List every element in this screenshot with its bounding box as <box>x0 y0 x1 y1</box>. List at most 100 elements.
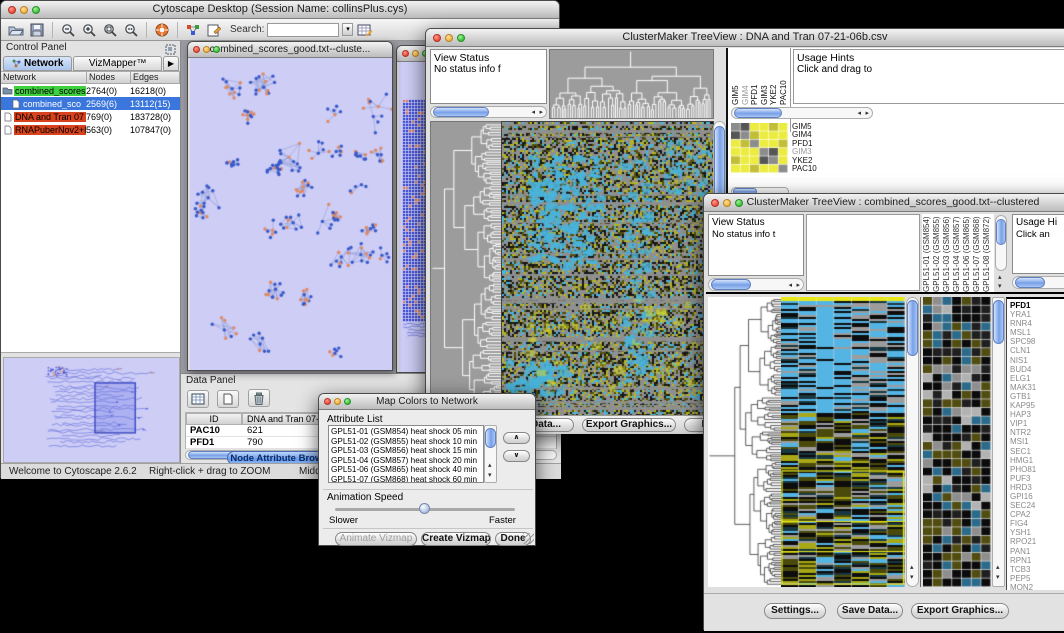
global-heatmap-canvas[interactable] <box>781 297 905 587</box>
scroll-left-arrow[interactable]: ◂ <box>857 110 861 117</box>
gene-label[interactable]: RPN1 <box>1010 556 1064 565</box>
delete-attribute-button[interactable] <box>248 389 270 407</box>
matrix-column-label[interactable]: YKE2 <box>769 49 779 105</box>
select-attributes-button[interactable] <box>187 390 209 408</box>
minimize-button[interactable] <box>203 46 210 53</box>
gene-label[interactable]: YSH1 <box>1010 528 1064 537</box>
view-status-hscrollbar[interactable]: ◂ ▸ <box>708 278 804 291</box>
settings-button[interactable]: Settings... <box>764 603 826 619</box>
gene-label[interactable]: MAK31 <box>1010 383 1064 392</box>
gene-label[interactable]: SEC1 <box>1010 447 1064 456</box>
column-header-nodes[interactable]: Nodes <box>87 72 131 84</box>
gene-label[interactable]: PUF3 <box>1010 474 1064 483</box>
dialog-titlebar[interactable]: Map Colors to Network <box>319 394 535 410</box>
gene-label[interactable]: MSI1 <box>1010 437 1064 446</box>
close-button[interactable] <box>324 398 331 405</box>
treeview2-titlebar[interactable]: ClusterMaker TreeView : combined_scores_… <box>704 194 1064 212</box>
heatmap-vscrollbar[interactable]: ▴ ▾ <box>906 297 919 587</box>
scroll-right-arrow[interactable]: ▸ <box>796 282 800 289</box>
gene-label[interactable]: PEP5 <box>1010 574 1064 583</box>
network-window-titlebar[interactable]: combined_scores_good.txt--cluste... <box>188 42 392 58</box>
gene-label[interactable]: PFD1 <box>1010 301 1064 310</box>
scrollbar-thumb[interactable] <box>734 108 782 118</box>
column-label[interactable]: GPL51-06 (GSM865) <box>962 214 972 292</box>
gene-label[interactable]: HAP3 <box>1010 410 1064 419</box>
tab-overflow-button[interactable]: ▶ <box>163 56 179 71</box>
minimize-button[interactable] <box>20 6 28 14</box>
minimize-button[interactable] <box>334 398 341 405</box>
gene-label[interactable]: BUD4 <box>1010 365 1064 374</box>
scroll-down-arrow[interactable]: ▾ <box>998 283 1002 290</box>
scrollbar-thumb[interactable] <box>433 107 489 117</box>
scrollbar-thumb[interactable] <box>711 279 751 290</box>
scrollbar-thumb[interactable] <box>996 219 1006 245</box>
row-dendrogram-canvas[interactable] <box>708 297 781 587</box>
gene-label[interactable]: CLN1 <box>1010 346 1064 355</box>
matrix-column-label[interactable]: GIM4 <box>741 49 751 105</box>
attribute-list-item[interactable]: GPL51-04 (GSM857) heat shock 20 min <box>331 456 483 466</box>
network-list-row[interactable]: DNA and Tran 07 769(0) 183728(0) <box>1 110 180 123</box>
gene-label[interactable]: RNR4 <box>1010 319 1064 328</box>
column-dendrogram-area[interactable] <box>806 214 920 291</box>
gene-label[interactable]: TCB3 <box>1010 565 1064 574</box>
save-data-button[interactable]: Save Data... <box>837 603 903 619</box>
create-vizmap-button[interactable]: Create Vizmap <box>421 532 491 546</box>
close-button[interactable] <box>193 46 200 53</box>
treeview1-titlebar[interactable]: ClusterMaker TreeView : DNA and Tran 07-… <box>426 29 1064 47</box>
attribute-list-vscrollbar[interactable]: ▴ ▾ <box>484 425 497 483</box>
scroll-down-arrow[interactable]: ▾ <box>910 574 914 581</box>
scrollbar-thumb[interactable] <box>485 428 496 448</box>
view-status-hscrollbar[interactable]: ◂ ▸ <box>430 106 547 118</box>
export-graphics-button[interactable]: Export Graphics... <box>911 603 1009 619</box>
gene-label[interactable]: RPO21 <box>1010 537 1064 546</box>
attribute-list-item[interactable]: GPL51-03 (GSM856) heat shock 15 min <box>331 446 483 456</box>
gene-label[interactable]: SPC98 <box>1010 337 1064 346</box>
matrix-column-label[interactable]: PAC10 <box>779 49 789 105</box>
scroll-left-arrow[interactable]: ◂ <box>531 109 535 116</box>
column-header-edges[interactable]: Edges <box>131 72 180 84</box>
column-label[interactable]: GPL51-04 (GSM857) <box>952 214 962 292</box>
gene-label[interactable]: CPA2 <box>1010 510 1064 519</box>
column-label[interactable]: GPL51-02 (GSM855) <box>932 214 942 292</box>
gene-label[interactable]: HMG1 <box>1010 456 1064 465</box>
attribute-list-item[interactable]: GPL51-02 (GSM855) heat shock 10 min <box>331 437 483 447</box>
scroll-down-arrow[interactable]: ▾ <box>488 472 492 479</box>
zoom-button[interactable] <box>344 398 351 405</box>
annotation-button[interactable] <box>205 21 223 38</box>
move-up-button[interactable]: ∧ <box>503 432 530 444</box>
tab-vizmapper[interactable]: VizMapper™ <box>73 56 161 71</box>
column-header-id[interactable]: ID <box>186 413 242 425</box>
column-dendrogram-canvas[interactable] <box>549 49 714 119</box>
help-button[interactable] <box>153 21 171 38</box>
gene-label[interactable]: ELG1 <box>1010 374 1064 383</box>
gene-label[interactable]: VIP1 <box>1010 419 1064 428</box>
zoom-button[interactable] <box>213 46 220 53</box>
zoom-button[interactable] <box>457 34 465 42</box>
minimize-button[interactable] <box>445 34 453 42</box>
matrix-column-label[interactable]: PFD1 <box>750 49 760 105</box>
gene-label[interactable]: KAP95 <box>1010 401 1064 410</box>
column-label[interactable]: GPL51-01 (GSM854) <box>922 214 932 292</box>
global-heatmap-canvas[interactable] <box>501 121 714 416</box>
network-list-row-selected[interactable]: combined_sco 2569(6) 13112(15) <box>1 97 180 110</box>
gene-label[interactable]: NIS1 <box>1010 356 1064 365</box>
zoom-button[interactable] <box>32 6 40 14</box>
column-header-network[interactable]: Network <box>1 72 87 84</box>
zoom-heatmap-canvas[interactable] <box>923 297 991 587</box>
new-attribute-button[interactable] <box>217 390 239 408</box>
scroll-up-arrow[interactable]: ▴ <box>488 462 492 469</box>
scroll-up-arrow[interactable]: ▴ <box>998 274 1002 281</box>
row-dendrogram-canvas[interactable] <box>430 121 503 416</box>
network-overview-canvas[interactable] <box>3 357 180 463</box>
gene-label[interactable]: PAN1 <box>1010 547 1064 556</box>
close-button[interactable] <box>8 6 16 14</box>
scrollbar-thumb[interactable] <box>993 300 1004 344</box>
scroll-right-arrow[interactable]: ▸ <box>865 110 869 117</box>
similarity-matrix-canvas[interactable] <box>731 123 788 173</box>
gene-label[interactable]: PHO81 <box>1010 465 1064 474</box>
gene-label[interactable]: SEC24 <box>1010 501 1064 510</box>
column-labels-vscrollbar[interactable] <box>995 215 1007 271</box>
close-button[interactable] <box>433 34 441 42</box>
scroll-down-arrow[interactable]: ▾ <box>996 574 1000 581</box>
minimize-button[interactable] <box>412 50 419 57</box>
